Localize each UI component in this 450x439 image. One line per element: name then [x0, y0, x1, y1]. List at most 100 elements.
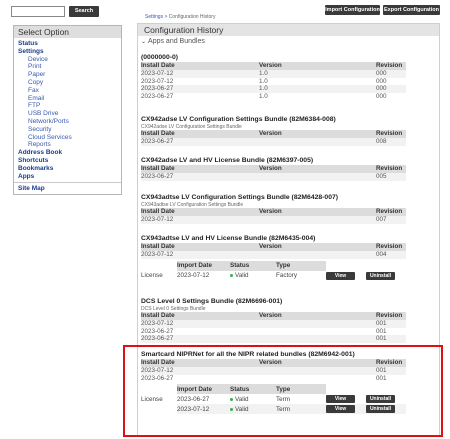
uninstall-cell: Uninstall: [366, 404, 406, 415]
apps-and-bundles-toggle[interactable]: ⌄ Apps and Bundles: [138, 36, 439, 46]
sidebar-item-bookmarks[interactable]: Bookmarks: [18, 165, 117, 173]
license-label: [141, 404, 177, 414]
uninstall-cell: Uninstall: [366, 271, 406, 281]
version-cell: 1.0: [259, 77, 376, 86]
sidebar-item-site-map[interactable]: Site Map: [18, 185, 117, 193]
sidebar-item-security[interactable]: Security: [18, 126, 117, 134]
sidebar-item-status[interactable]: Status: [18, 40, 117, 48]
revision-cell: 000: [376, 77, 406, 86]
apps-and-bundles-label: Apps and Bundles: [148, 38, 205, 45]
view-button[interactable]: View: [326, 271, 355, 280]
bundle-section: CX942adse LV Configuration Settings Bund…: [138, 115, 439, 146]
configuration-history-panel: Configuration History ⌄ Apps and Bundles …: [137, 23, 440, 436]
sidebar-item-reports[interactable]: Reports: [18, 141, 117, 149]
table-row: 2023-06-27 001: [141, 327, 406, 336]
column-header-install-date: Install Date: [141, 359, 259, 367]
revision-cell: 001: [376, 366, 406, 375]
search-input[interactable]: [11, 6, 65, 17]
table-header-row: Install Date Version Revision: [141, 130, 406, 138]
uninstall-button[interactable]: Uninstall: [366, 271, 395, 280]
view-button[interactable]: View: [326, 395, 355, 404]
version-cell: [259, 319, 376, 328]
column-header-version: Version: [259, 165, 376, 173]
revision-cell: 001: [376, 335, 406, 344]
license-import-date: 2023-07-12: [177, 404, 230, 415]
install-history-table: Install Date Version Revision 2023-07-12 001…: [141, 312, 406, 344]
license-type: Term: [276, 395, 290, 403]
version-cell: 1.0: [259, 85, 376, 94]
bundle-title: Smartcard NIPRNet for all the NIPR relat…: [141, 351, 355, 358]
version-cell: [259, 137, 376, 146]
install-date-cell: 2023-06-27: [141, 137, 259, 146]
install-history-table: Install Date Version Revision 2023-07-12 007: [141, 208, 406, 224]
license-table: Import Date Status Type License 2023-06-27 Va…: [141, 384, 406, 415]
uninstall-cell: Uninstall: [366, 394, 406, 404]
license-status: Valid: [230, 394, 276, 404]
sidebar-item-apps[interactable]: Apps: [18, 173, 117, 181]
column-header-revision: Revision: [376, 208, 406, 216]
column-header-install-date: Install Date: [141, 312, 259, 320]
sidebar-title: Select Option: [14, 26, 121, 38]
sidebar-item-shortcuts[interactable]: Shortcuts: [18, 157, 117, 165]
sidebar-item-usb-drive[interactable]: USB Drive: [18, 110, 117, 118]
license-status: Valid: [230, 404, 276, 415]
status-valid-dot-icon: [230, 273, 233, 277]
sidebar-item-fax[interactable]: Fax: [18, 87, 117, 95]
install-history-table: Install Date Version Revision 2023-06-27 005: [141, 165, 406, 181]
column-header-type: Type: [276, 260, 326, 271]
license-spacer: [366, 384, 406, 394]
table-row: 2023-06-27 001: [141, 374, 406, 383]
column-header-version: Version: [259, 130, 376, 138]
license-type: Factory: [276, 272, 297, 280]
import-configuration-button[interactable]: Import Configuration: [325, 5, 380, 15]
column-header-version: Version: [259, 62, 376, 70]
breadcrumb-current: Configuration History: [168, 14, 216, 20]
view-cell: View: [326, 404, 366, 415]
install-date-cell: 2023-06-27: [141, 85, 259, 94]
sidebar-item-address-book[interactable]: Address Book: [18, 149, 117, 157]
search-button[interactable]: Search: [69, 6, 99, 17]
sidebar-item-paper[interactable]: Paper: [18, 71, 117, 79]
version-cell: 1.0: [259, 69, 376, 78]
breadcrumb-settings-link[interactable]: Settings: [145, 14, 163, 20]
table-row: 2023-07-12 001: [141, 319, 406, 328]
install-date-cell: 2023-06-27: [141, 172, 259, 181]
revision-cell: 004: [376, 250, 406, 259]
breadcrumb: Settings > Configuration History: [145, 14, 215, 20]
license-header-row: Import Date Status Type: [141, 260, 406, 271]
sidebar-item-settings[interactable]: Settings: [18, 48, 117, 56]
sidebar-item-print[interactable]: Print: [18, 63, 117, 71]
revision-cell: 005: [376, 172, 406, 181]
license-header-row: Import Date Status Type: [141, 384, 406, 395]
sidebar-item-cloud-services[interactable]: Cloud Services: [18, 134, 117, 142]
sidebar-item-email[interactable]: Email: [18, 95, 117, 103]
uninstall-button[interactable]: Uninstall: [366, 405, 395, 414]
table-row: 2023-06-27 005: [141, 172, 406, 181]
sidebar-item-network-ports[interactable]: Network/Ports: [18, 118, 117, 126]
bundle-title: CX942adse LV Configuration Settings Bund…: [141, 116, 336, 123]
install-date-cell: 2023-06-27: [141, 335, 259, 344]
view-button[interactable]: View: [326, 405, 355, 414]
sidebar-item-device[interactable]: Device: [18, 56, 117, 64]
revision-cell: 000: [376, 85, 406, 94]
install-date-cell: 2023-06-27: [141, 374, 259, 383]
column-header-import-date: Import Date: [177, 260, 230, 271]
table-row: 2023-07-12 1.0 000: [141, 69, 406, 78]
column-header-revision: Revision: [376, 312, 406, 320]
table-row: 2023-06-27 001: [141, 335, 406, 344]
table-header-row: Install Date Version Revision: [141, 165, 406, 173]
install-date-cell: 2023-07-12: [141, 319, 259, 328]
table-header-row: Install Date Version Revision: [141, 208, 406, 216]
revision-cell: 001: [376, 319, 406, 328]
install-date-cell: 2023-07-12: [141, 215, 259, 224]
license-spacer: [141, 261, 177, 271]
export-configuration-button[interactable]: Export Configuration: [383, 5, 440, 15]
install-history-table: Install Date Version Revision 2023-07-12 1.0…: [141, 62, 406, 101]
table-header-row: Install Date Version Revision: [141, 62, 406, 70]
uninstall-button[interactable]: Uninstall: [366, 395, 395, 404]
version-cell: [259, 335, 376, 344]
install-history-table: Install Date Version Revision 2023-07-12 001…: [141, 359, 406, 383]
sidebar-item-copy[interactable]: Copy: [18, 79, 117, 87]
sidebar-item-ftp[interactable]: FTP: [18, 102, 117, 110]
table-row: 2023-06-27 1.0 000: [141, 85, 406, 94]
